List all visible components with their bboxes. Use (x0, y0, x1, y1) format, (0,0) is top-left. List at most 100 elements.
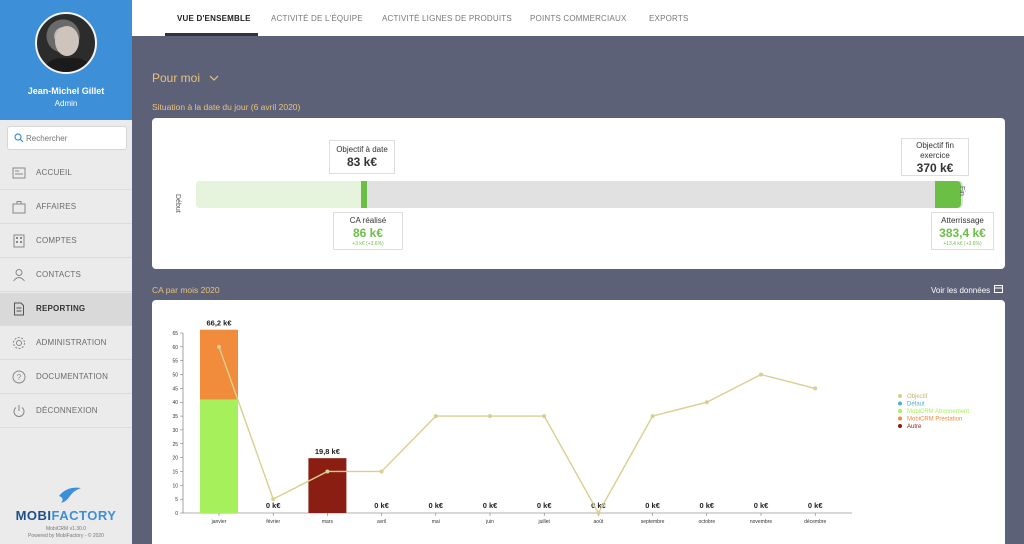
nav-label: REPORTING (36, 304, 86, 313)
progress-marker (361, 181, 367, 208)
bar-value-label: 0 k€ (266, 501, 281, 510)
x-tick-label: août (594, 519, 604, 525)
x-tick-label: avril (377, 519, 386, 525)
svg-text:?: ? (17, 373, 22, 382)
tab-activite-equipe[interactable]: ACTIVITÉ DE L'ÉQUIPE (271, 14, 363, 23)
nav-item-contacts[interactable]: CONTACTS (0, 259, 132, 292)
legend-label: MobiCRM Prestation (907, 417, 962, 423)
nav-label: CONTACTS (36, 270, 82, 279)
search-box[interactable] (7, 126, 127, 150)
ca-realise-delta: +3 k€ (+3.6%) (352, 241, 384, 247)
nav-item-deconnexion[interactable]: DÉCONNEXION (0, 395, 132, 428)
nav-item-accueil[interactable]: ACCUEIL (0, 157, 132, 190)
nav-label: AFFAIRES (36, 202, 77, 211)
x-tick-label: février (266, 519, 280, 525)
objectif-fin-value: 370 k€ (916, 161, 954, 175)
objectif-date-box: Objectif à date 83 k€ (329, 140, 395, 174)
nav-item-comptes[interactable]: COMPTES (0, 225, 132, 258)
nav-label: DOCUMENTATION (36, 372, 109, 381)
objectif-point (759, 372, 763, 377)
nav-item-affaires[interactable]: AFFAIRES (0, 191, 132, 224)
tab-activite-lignes-produits[interactable]: ACTIVITÉ LIGNES DE PRODUITS (382, 14, 512, 23)
ca-realise-box: CA réalisé 86 k€ +3 k€ (+3.6%) (333, 212, 403, 250)
legend-label: Défaut (907, 402, 925, 408)
bar-value-label: 0 k€ (754, 501, 769, 510)
fin-label: Fin (958, 186, 965, 196)
objectif-point (325, 469, 330, 474)
bar-value-label: 0 k€ (645, 501, 660, 510)
table-icon (994, 285, 1004, 293)
y-tick-label: 55 (172, 359, 178, 365)
y-tick-label: 10 (172, 483, 178, 489)
search-input[interactable] (26, 129, 124, 147)
legend-label: MobiCRM Abonnement (907, 409, 969, 415)
nav-label: DÉCONNEXION (36, 406, 98, 415)
y-tick-label: 40 (172, 400, 178, 406)
situation-card: Début Fin Objectif à date 83 k€ Objectif… (152, 118, 1005, 269)
bar-value-label: 0 k€ (699, 501, 714, 510)
avatar[interactable] (35, 12, 97, 74)
tab-points-commerciaux[interactable]: POINTS COMMERCIAUX (530, 14, 627, 23)
x-tick-label: mai (432, 519, 440, 525)
pour-moi-dropdown[interactable]: Pour moi (152, 71, 219, 85)
legend-marker (898, 394, 902, 398)
objectif-point (596, 511, 601, 515)
x-tick-label: juillet (537, 519, 550, 525)
y-tick-label: 15 (172, 469, 178, 475)
nav-item-documentation[interactable]: ? DOCUMENTATION (0, 361, 132, 394)
tab-vue-ensemble[interactable]: VUE D'ENSEMBLE (177, 14, 251, 23)
objectif-fin-title: Objectif fin exercice (916, 141, 954, 160)
objectif-point (488, 414, 492, 419)
power-icon (13, 405, 25, 417)
building-icon (13, 234, 25, 248)
x-tick-label: décembre (804, 519, 826, 525)
document-icon (14, 302, 24, 316)
atterrissage-box: Atterrissage 383,4 k€ +13,4 k€ (+3.6%) (931, 212, 994, 250)
x-tick-label: septembre (641, 519, 665, 525)
logo-part2: FACTORY (51, 508, 117, 523)
y-tick-label: 45 (172, 386, 178, 392)
legend-marker (898, 409, 902, 413)
ca-realise-value: 86 k€ (352, 226, 384, 240)
tab-exports[interactable]: EXPORTS (649, 14, 689, 23)
x-tick-label: janvier (211, 519, 227, 525)
bar-value-label: 0 k€ (428, 501, 443, 510)
objectif-date-title: Objectif à date (336, 145, 388, 154)
nav-item-reporting[interactable]: REPORTING (0, 293, 132, 326)
bar-value-label: 66,2 k€ (206, 319, 232, 328)
gear-icon (13, 337, 25, 349)
profile-panel: Jean-Michel Gillet Admin (0, 0, 132, 120)
user-role: Admin (54, 99, 78, 108)
situation-title: Situation à la date du jour (6 avril 202… (152, 102, 301, 112)
y-tick-label: 5 (175, 497, 178, 503)
nav-label: ADMINISTRATION (36, 338, 107, 347)
objectif-point (271, 497, 276, 502)
bar-value-label: 0 k€ (483, 501, 498, 510)
voir-donnees-label: Voir les données (931, 286, 991, 295)
ca-chart-title: CA par mois 2020 (152, 285, 220, 295)
x-tick-label: octobre (698, 519, 715, 525)
user-icon (13, 269, 25, 282)
legend-label: Objectif (907, 394, 928, 400)
bar-autre (308, 458, 347, 513)
home-icon (12, 167, 26, 179)
voir-donnees-link[interactable]: Voir les données (931, 285, 1004, 295)
y-tick-label: 20 (172, 456, 178, 462)
x-tick-label: juin (485, 519, 494, 525)
nav-label: COMPTES (36, 236, 77, 245)
ca-realise-title: CA réalisé (349, 216, 387, 225)
user-name: Jean-Michel Gillet (27, 86, 105, 96)
nav-item-administration[interactable]: ADMINISTRATION (0, 327, 132, 360)
objectif-point (813, 386, 818, 391)
objectif-fin-box: Objectif fin exercice 370 k€ (901, 138, 969, 176)
search-icon (14, 133, 24, 143)
bar-mobicrm-abonnement (200, 399, 238, 513)
logo-part1: MOBI (15, 508, 52, 523)
logo: MOBIFACTORY MobiCRM v1.30.0 Powered by M… (0, 478, 132, 544)
y-tick-label: 30 (172, 428, 178, 434)
objectif-point (542, 414, 547, 419)
version-text: MobiCRM v1.30.0 (45, 526, 86, 532)
legend-marker (898, 424, 902, 428)
atterrissage-delta: +13,4 k€ (+3.6%) (943, 241, 982, 247)
y-tick-label: 60 (172, 345, 178, 351)
